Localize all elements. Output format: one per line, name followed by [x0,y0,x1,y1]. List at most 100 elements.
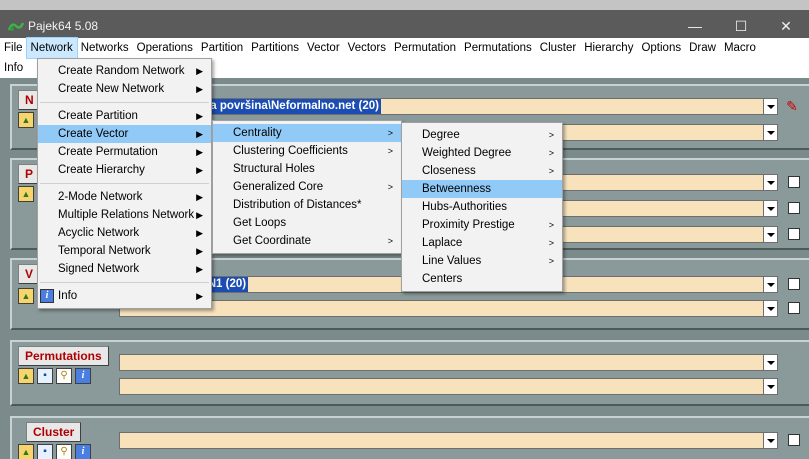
submenu-arrow-icon: ▶ [196,264,203,274]
menu-info[interactable]: Info [0,58,27,78]
menu-item-label: Info [58,290,78,302]
networks-combo[interactable]: \OneDrive\Radna površina\Neformalno.net … [119,98,764,115]
close-button[interactable]: ✕ [763,15,809,37]
save-disk-icon[interactable]: ▪ [37,368,53,384]
menu-row-2: Info [0,58,27,78]
menu-create-hierarchy[interactable]: Create Hierarchy ▶ [38,161,211,179]
partitions-checkbox-3[interactable] [788,228,800,240]
menu-get-loops[interactable]: Get Loops [213,214,401,232]
menu-proximity-prestige[interactable]: Proximity Prestige > [402,216,562,234]
menu-item-label: Closeness [422,165,476,177]
menu-file[interactable]: File [0,38,27,58]
open-folder-icon[interactable]: ▲ [18,288,34,304]
magnifier-icon[interactable]: ⚲ [56,444,72,459]
edit-pencil-icon[interactable]: ✎ [784,98,800,114]
menu-acyclic-network[interactable]: Acyclic Network ▶ [38,224,211,242]
networks-dropdown-button-2[interactable] [763,124,778,141]
menu-multiple-relations-network[interactable]: Multiple Relations Network ▶ [38,206,211,224]
partitions-checkbox-1[interactable] [788,176,800,188]
maximize-button[interactable]: ☐ [718,15,764,37]
cluster-dropdown-button[interactable] [763,432,778,449]
permutations-combo-2[interactable] [119,378,764,395]
submenu-arrow-icon: > [548,130,554,140]
menu-item-label: Create Permutation [58,146,158,158]
open-folder-icon[interactable]: ▲ [18,444,34,459]
menu-closeness[interactable]: Closeness > [402,162,562,180]
window-title: Pajek64 5.08 [28,19,99,33]
minimize-button[interactable]: — [672,15,718,37]
menu-clustering-coefficients[interactable]: Clustering Coefficients > [213,142,401,160]
vectors-dropdown-button-1[interactable] [763,276,778,293]
menu-network[interactable]: Network [25,37,78,59]
menu-permutation[interactable]: Permutation [390,38,460,58]
menu-item-label: Weighted Degree [422,147,512,159]
menu-vectors[interactable]: Vectors [344,38,390,58]
partitions-dropdown-button-1[interactable] [763,174,778,191]
menu-temporal-network[interactable]: Temporal Network ▶ [38,242,211,260]
menu-generalized-core[interactable]: Generalized Core > [213,178,401,196]
menu-centrality[interactable]: Centrality > [213,124,401,142]
submenu-arrow-icon: ▶ [196,111,203,121]
menu-hubs-authorities[interactable]: Hubs-Authorities [402,198,562,216]
vectors-checkbox-1[interactable] [788,278,800,290]
permutations-combo-1[interactable] [119,354,764,371]
submenu-arrow-icon: > [387,146,393,156]
cluster-checkbox[interactable] [788,434,800,446]
partitions-dropdown-button-2[interactable] [763,200,778,217]
submenu-arrow-icon: > [387,128,393,138]
menu-create-permutation[interactable]: Create Permutation ▶ [38,143,211,161]
info-icon[interactable]: i [75,444,91,459]
menu-create-partition[interactable]: Create Partition ▶ [38,107,211,125]
menu-centers[interactable]: Centers [402,270,562,288]
partitions-dropdown-button-3[interactable] [763,226,778,243]
menu-item-label: Clustering Coefficients [233,145,348,157]
save-disk-icon[interactable]: ▪ [37,444,53,459]
menu-permutations[interactable]: Permutations [460,38,536,58]
menu-2-mode-network[interactable]: 2-Mode Network ▶ [38,188,211,206]
menu-item-label: Degree [422,129,460,141]
cluster-combo[interactable] [119,432,764,449]
menu-operations[interactable]: Operations [133,38,197,58]
menu-weighted-degree[interactable]: Weighted Degree > [402,144,562,162]
menu-options[interactable]: Options [637,38,685,58]
menu-partitions[interactable]: Partitions [247,38,303,58]
menu-draw[interactable]: Draw [685,38,720,58]
open-folder-icon[interactable]: ▲ [18,368,34,384]
menu-create-random-network[interactable]: Create Random Network ▶ [38,62,211,80]
open-folder-icon[interactable]: ▲ [18,112,34,128]
vectors-dropdown-button-2[interactable] [763,300,778,317]
menu-macro[interactable]: Macro [720,38,760,58]
menu-create-new-network[interactable]: Create New Network ▶ [38,80,211,98]
vectors-combo-2[interactable] [119,300,764,317]
menu-structural-holes[interactable]: Structural Holes [213,160,401,178]
menu-distribution-of-distances[interactable]: Distribution of Distances* [213,196,401,214]
menu-separator [40,282,209,283]
networks-dropdown-button[interactable] [763,98,778,115]
menu-line-values[interactable]: Line Values > [402,252,562,270]
submenu-arrow-icon: ▶ [196,291,203,301]
menu-item-label: Create New Network [58,83,165,95]
menu-betweenness[interactable]: Betweenness [402,180,562,198]
menu-create-vector[interactable]: Create Vector ▶ [38,125,211,143]
partitions-checkbox-2[interactable] [788,202,800,214]
menu-networks[interactable]: Networks [77,38,133,58]
menu-info[interactable]: i Info ▶ [38,287,211,305]
submenu-arrow-icon: ▶ [196,129,203,139]
menu-partition[interactable]: Partition [197,38,247,58]
menu-hierarchy[interactable]: Hierarchy [580,38,637,58]
magnifier-icon[interactable]: ⚲ [56,368,72,384]
menu-vector[interactable]: Vector [303,38,344,58]
menu-degree[interactable]: Degree > [402,126,562,144]
menu-cluster[interactable]: Cluster [536,38,580,58]
permutations-dropdown-button-1[interactable] [763,354,778,371]
info-icon[interactable]: i [75,368,91,384]
submenu-arrow-icon: > [387,182,393,192]
menu-laplace[interactable]: Laplace > [402,234,562,252]
open-folder-icon[interactable]: ▲ [18,186,34,202]
info-icon: i [40,289,54,303]
permutations-dropdown-button-2[interactable] [763,378,778,395]
vectors-checkbox-2[interactable] [788,302,800,314]
menu-get-coordinate[interactable]: Get Coordinate > [213,232,401,250]
submenu-arrow-icon: > [548,166,554,176]
menu-signed-network[interactable]: Signed Network ▶ [38,260,211,278]
